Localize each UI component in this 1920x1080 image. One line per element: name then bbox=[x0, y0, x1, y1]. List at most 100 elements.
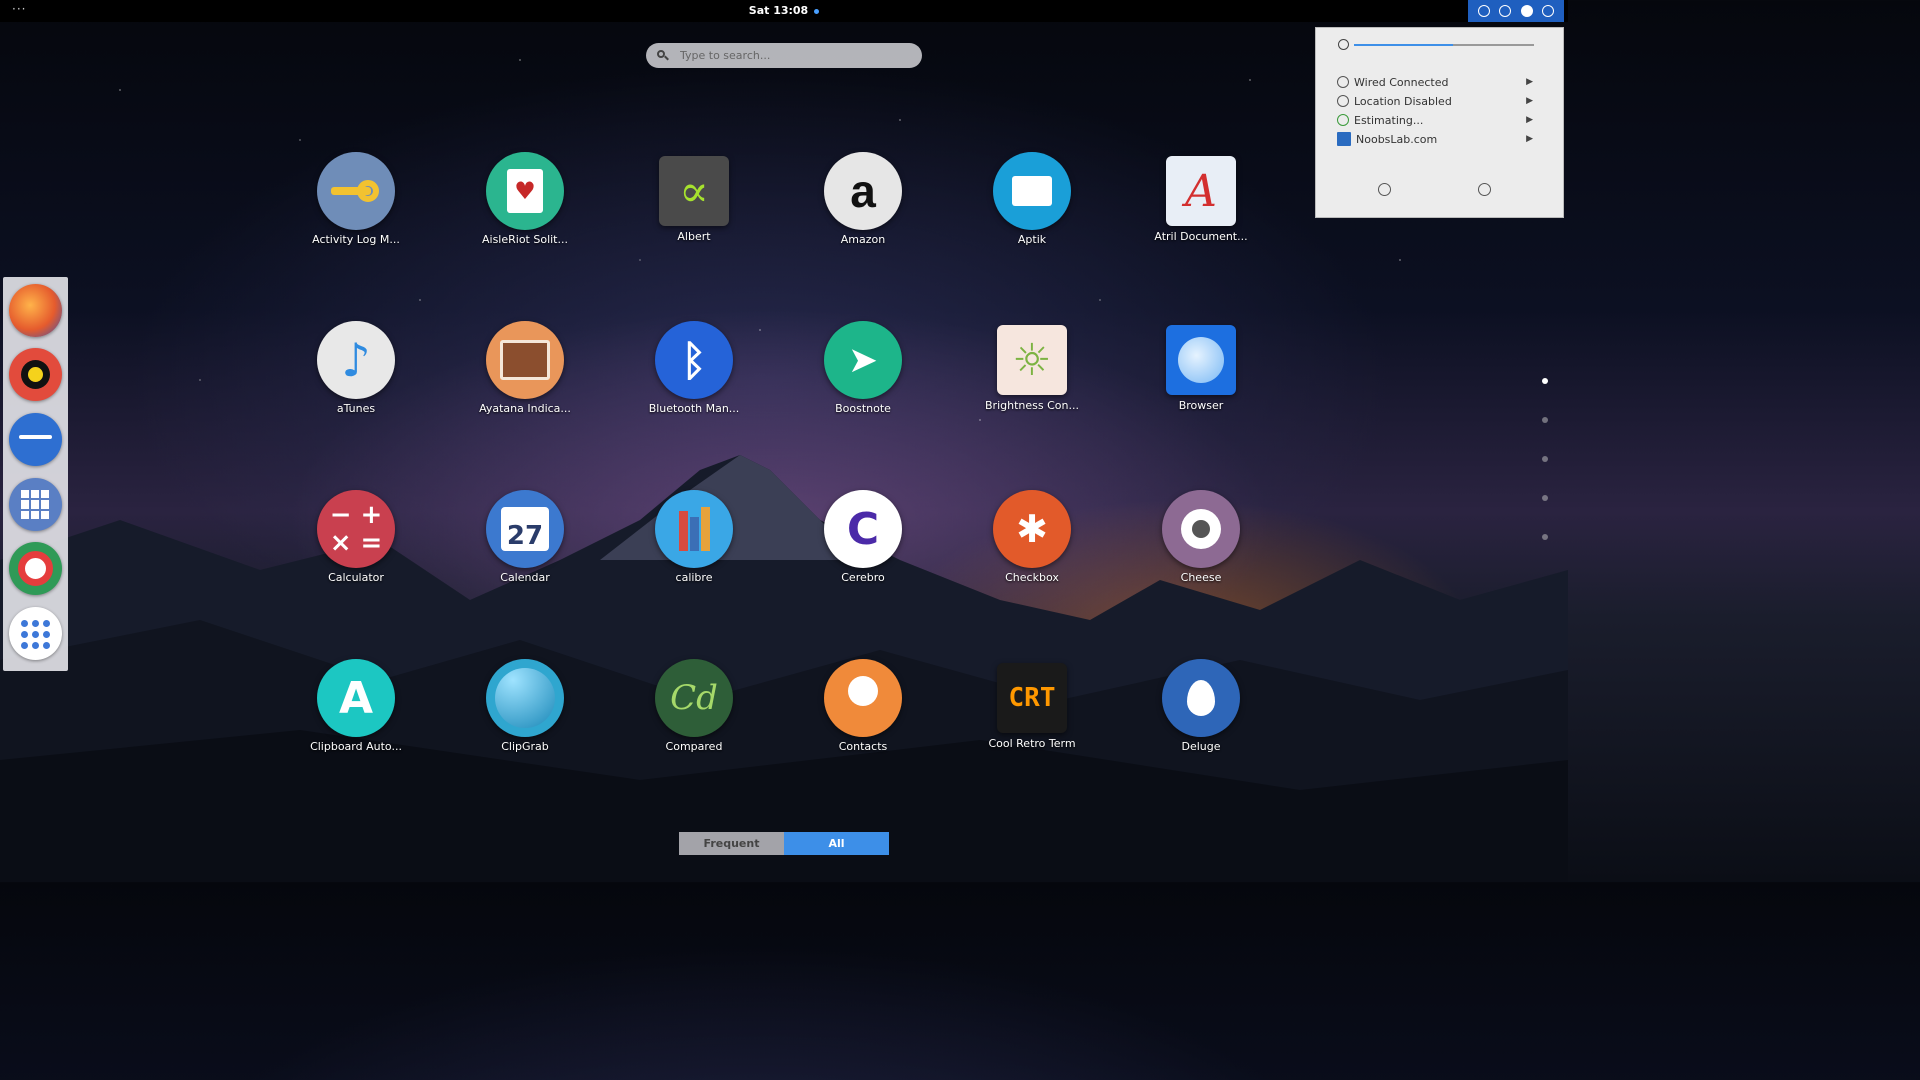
accessibility-icon bbox=[1477, 5, 1490, 17]
help-icon[interactable] bbox=[9, 542, 62, 595]
bluetooth-icon: ᛒ bbox=[655, 321, 733, 399]
page-indicator[interactable] bbox=[1542, 378, 1548, 384]
clock[interactable]: Sat 13:08 bbox=[0, 4, 1568, 17]
app-launcher[interactable]: ✱ Checkbox bbox=[962, 490, 1102, 584]
view-switcher: Frequent All bbox=[679, 832, 889, 855]
menu-item-wired[interactable]: Wired Connected ▶ bbox=[1337, 73, 1537, 91]
menu-item-label: Location Disabled bbox=[1354, 94, 1452, 108]
books-icon bbox=[655, 490, 733, 568]
app-label: Browser bbox=[1178, 399, 1224, 412]
app-launcher[interactable]: Deluge bbox=[1131, 659, 1271, 753]
app-label: aTunes bbox=[336, 402, 376, 415]
status-menu: Wired Connected ▶ Location Disabled ▶ Es… bbox=[1315, 27, 1564, 218]
app-launcher[interactable]: ☼ Brightness Con... bbox=[962, 321, 1102, 412]
app-label: calibre bbox=[675, 571, 713, 584]
music-player-icon[interactable] bbox=[9, 348, 62, 401]
app-grid-icon[interactable] bbox=[9, 478, 62, 531]
search-bar[interactable] bbox=[646, 43, 922, 68]
albert-icon: ∝ bbox=[659, 156, 729, 226]
cards-icon: ♥ bbox=[486, 152, 564, 230]
camera-icon bbox=[1162, 490, 1240, 568]
chevron-right-icon: ▶ bbox=[1526, 134, 1533, 144]
app-launcher[interactable]: Ayatana Indica... bbox=[455, 321, 595, 415]
page-indicator[interactable] bbox=[1542, 495, 1548, 501]
app-launcher[interactable]: ∝ Albert bbox=[624, 152, 764, 243]
network-icon bbox=[1499, 5, 1512, 17]
app-launcher[interactable]: Cheese bbox=[1131, 490, 1271, 584]
search-icon bbox=[657, 49, 669, 62]
checkbox-icon: ✱ bbox=[993, 490, 1071, 568]
battery-icon bbox=[1337, 114, 1349, 126]
volume-track[interactable] bbox=[1354, 44, 1534, 46]
app-label: Clipboard Auto... bbox=[310, 740, 402, 753]
app-label: Aptik bbox=[1017, 233, 1047, 246]
menu-item-label: NoobsLab.com bbox=[1356, 132, 1438, 146]
app-launcher[interactable]: Aptik bbox=[962, 152, 1102, 246]
power-button[interactable] bbox=[1478, 183, 1491, 196]
app-launcher[interactable]: 27 Calendar bbox=[455, 490, 595, 584]
terminal-icon: CRT bbox=[997, 663, 1067, 733]
page-indicator[interactable] bbox=[1542, 456, 1548, 462]
menu-item-battery[interactable]: Estimating... ▶ bbox=[1337, 111, 1537, 129]
menu-item-label: Wired Connected bbox=[1354, 75, 1449, 89]
page-indicator[interactable] bbox=[1542, 417, 1548, 423]
app-label: Calendar bbox=[500, 571, 550, 584]
app-label: AisleRiot Solit... bbox=[481, 233, 568, 246]
menu-item-location[interactable]: Location Disabled ▶ bbox=[1337, 92, 1537, 110]
app-launcher[interactable]: − + × = Calculator bbox=[286, 490, 426, 584]
app-launcher[interactable]: A Clipboard Auto... bbox=[286, 659, 426, 753]
chevron-right-icon: ▶ bbox=[1526, 77, 1533, 87]
system-tray[interactable] bbox=[1468, 0, 1564, 22]
app-label: Compared bbox=[665, 740, 723, 753]
globe-icon bbox=[1166, 325, 1236, 395]
volume-icon bbox=[1520, 5, 1533, 17]
app-launcher[interactable]: ♥ AisleRiot Solit... bbox=[455, 152, 595, 246]
firefox-icon[interactable] bbox=[9, 284, 62, 337]
app-launcher[interactable]: calibre bbox=[624, 490, 764, 584]
volume-slider[interactable] bbox=[1338, 38, 1548, 52]
app-launcher[interactable]: a Amazon bbox=[793, 152, 933, 246]
files-icon[interactable] bbox=[9, 413, 62, 466]
window-icon bbox=[486, 321, 564, 399]
app-launcher[interactable]: A Atril Document... bbox=[1131, 152, 1271, 243]
app-label: ClipGrab bbox=[501, 740, 549, 753]
dock bbox=[3, 277, 68, 671]
menu-item-label: Estimating... bbox=[1354, 113, 1424, 127]
contact-icon bbox=[824, 659, 902, 737]
app-label: Ayatana Indica... bbox=[479, 402, 571, 415]
menu-item-user[interactable]: NoobsLab.com ▶ bbox=[1337, 130, 1537, 148]
clock-label: Sat 13:08 bbox=[748, 4, 809, 17]
app-label: Amazon bbox=[840, 233, 886, 246]
drop-icon bbox=[1162, 659, 1240, 737]
app-label: Albert bbox=[677, 230, 711, 243]
app-launcher[interactable]: C Cerebro bbox=[793, 490, 933, 584]
search-input[interactable] bbox=[678, 48, 902, 63]
app-launcher[interactable]: ➤ Boostnote bbox=[793, 321, 933, 415]
app-launcher[interactable]: Contacts bbox=[793, 659, 933, 753]
calculator-icon: − + × = bbox=[317, 490, 395, 568]
speaker-icon bbox=[1338, 39, 1349, 50]
app-label: Atril Document... bbox=[1154, 230, 1248, 243]
app-launcher[interactable]: Browser bbox=[1131, 321, 1271, 412]
tab-all[interactable]: All bbox=[784, 832, 889, 855]
show-apps-icon[interactable] bbox=[9, 607, 62, 660]
app-launcher[interactable]: ᛒ Bluetooth Man... bbox=[624, 321, 764, 415]
settings-button[interactable] bbox=[1378, 183, 1391, 196]
document-icon: A bbox=[1166, 156, 1236, 226]
page-indicator[interactable] bbox=[1542, 534, 1548, 540]
top-bar: ··· Sat 13:08 bbox=[0, 0, 1568, 22]
app-label: Checkbox bbox=[1005, 571, 1059, 584]
battery-icon bbox=[1542, 5, 1555, 17]
app-launcher[interactable]: Activity Log M... bbox=[286, 152, 426, 246]
app-launcher[interactable]: ClipGrab bbox=[455, 659, 595, 753]
tab-frequent[interactable]: Frequent bbox=[679, 832, 784, 855]
sun-icon: ☼ bbox=[997, 325, 1067, 395]
user-icon bbox=[1337, 132, 1351, 146]
app-launcher[interactable]: CRT Cool Retro Term bbox=[962, 659, 1102, 750]
network-icon bbox=[1337, 76, 1349, 88]
app-launcher[interactable]: ♪ aTunes bbox=[286, 321, 426, 415]
speaker-icon bbox=[21, 360, 50, 389]
app-label: Calculator bbox=[328, 571, 384, 584]
calendar-icon: 27 bbox=[486, 490, 564, 568]
app-launcher[interactable]: Cd Compared bbox=[624, 659, 764, 753]
